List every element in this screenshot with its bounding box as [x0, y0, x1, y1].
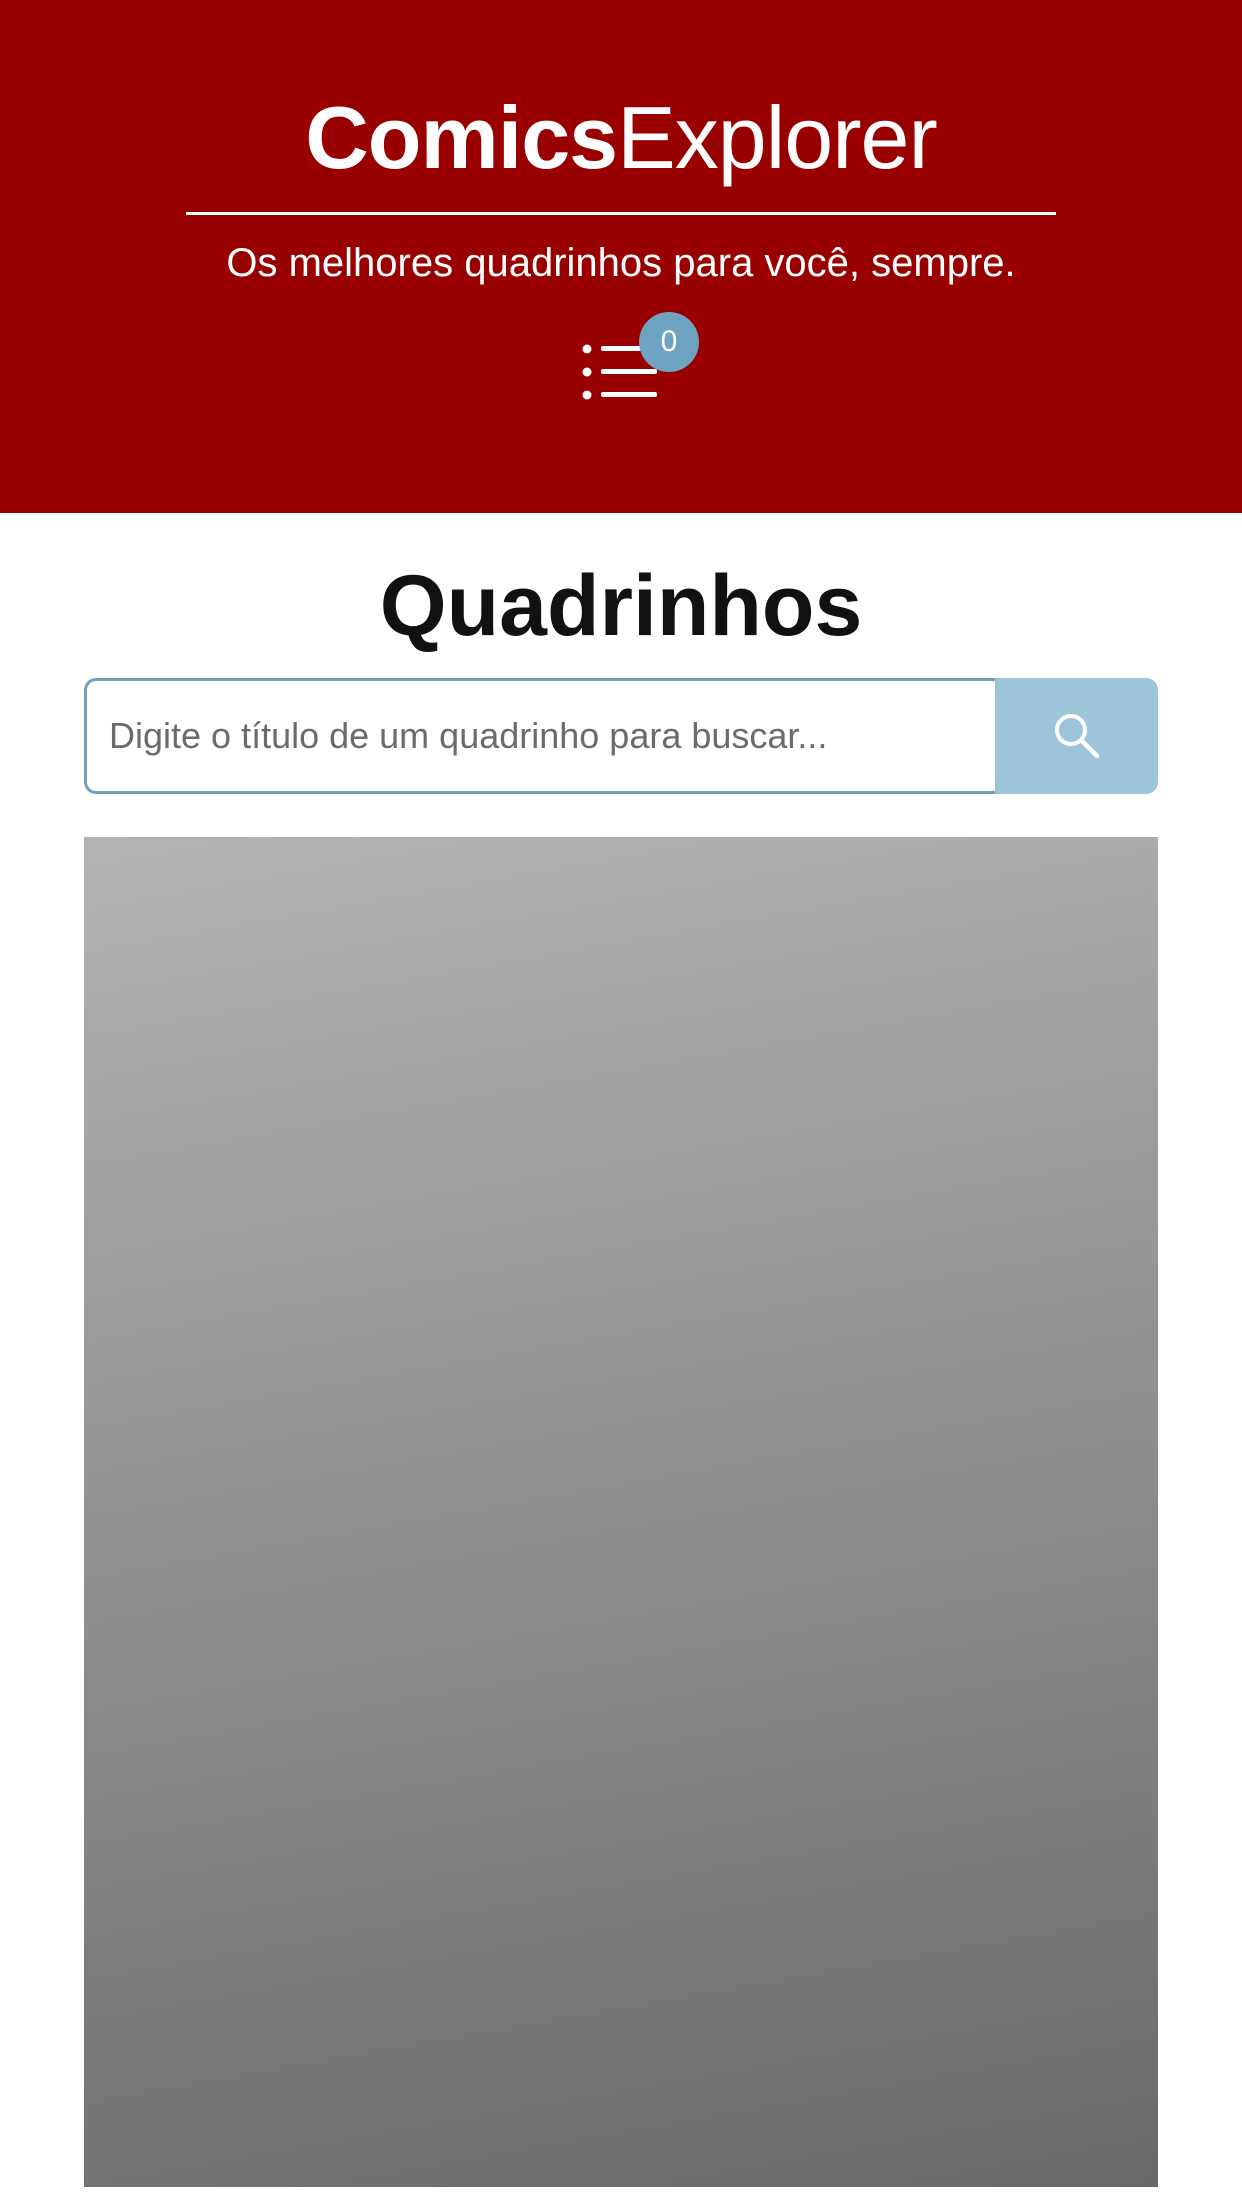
cart-count-badge: 0	[639, 312, 699, 372]
header-divider	[186, 212, 1056, 215]
comic-image-placeholder[interactable]	[84, 837, 1158, 2187]
search-button[interactable]	[995, 678, 1158, 794]
logo-light-text: Explorer	[617, 88, 938, 187]
site-header: ComicsExplorer Os melhores quadrinhos pa…	[0, 0, 1242, 513]
logo-bold-text: Comics	[305, 88, 618, 187]
search-input[interactable]	[84, 678, 995, 794]
search-bar	[84, 678, 1158, 794]
site-logo[interactable]: ComicsExplorer	[0, 88, 1242, 188]
site-tagline: Os melhores quadrinhos para você, sempre…	[226, 241, 1016, 285]
search-icon	[1055, 714, 1100, 759]
page-title: Quadrinhos	[379, 558, 863, 654]
